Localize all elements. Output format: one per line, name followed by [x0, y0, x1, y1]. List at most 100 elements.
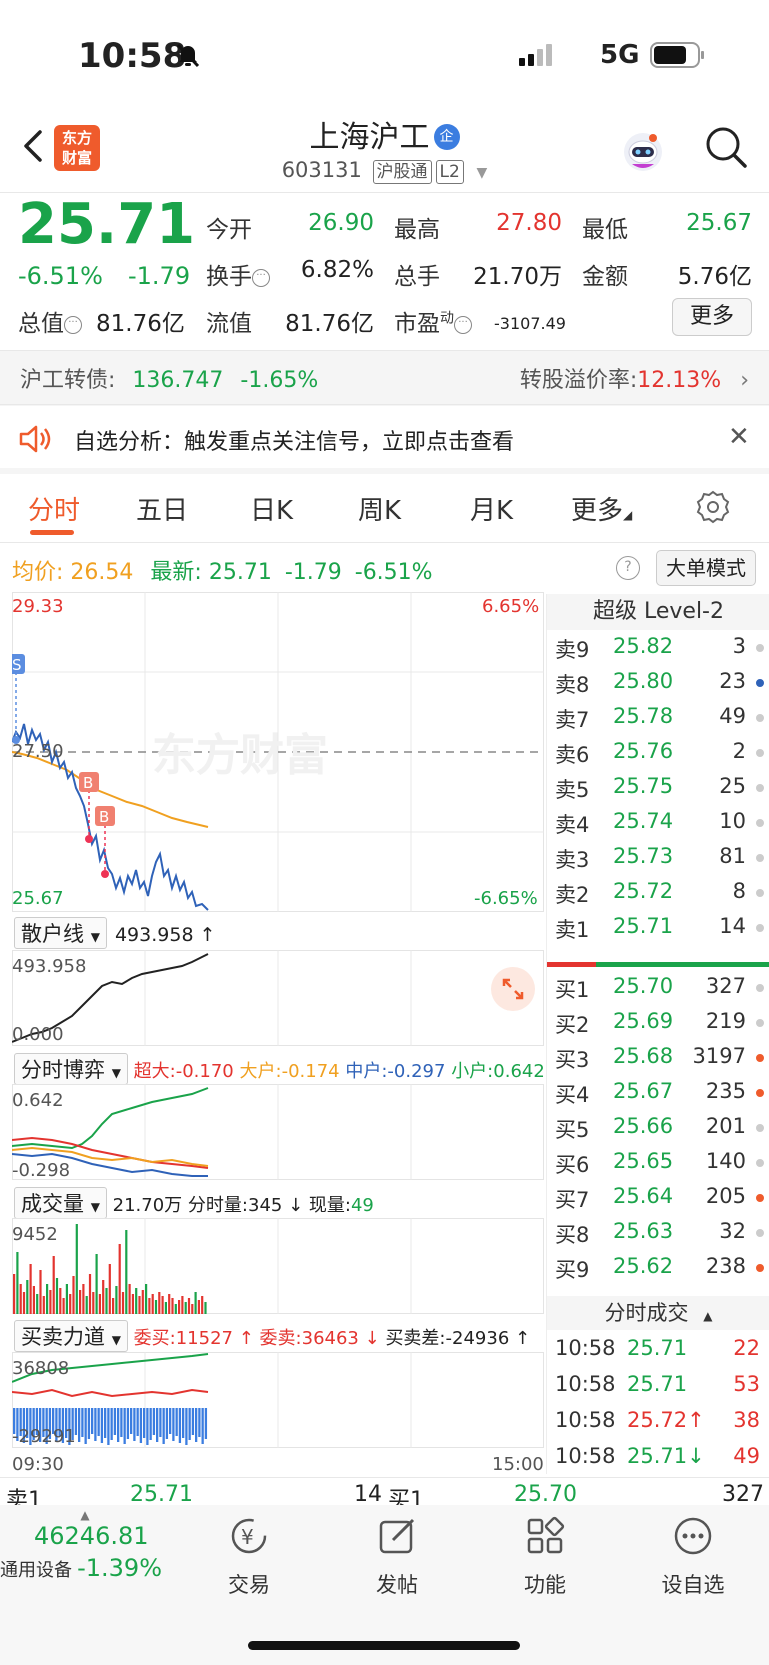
bid-row[interactable]: 买9 25.62 238	[547, 1250, 769, 1285]
volume-bar	[197, 1300, 200, 1314]
convertible-bond[interactable]: 沪工转债: 136.747 -1.65%	[20, 362, 318, 394]
conversion-premium[interactable]: 转股溢价率:12.13% ›	[520, 362, 749, 394]
tab-weekly-k[interactable]: 周K	[358, 490, 401, 527]
price-info-row: 均价: 26.54 最新: 25.71 -1.79 -6.51%	[12, 560, 433, 585]
sell-marker: S	[12, 656, 22, 674]
low-value: 25.67	[686, 210, 752, 236]
tab-intraday[interactable]: 分时	[28, 490, 80, 527]
volume-bar	[191, 1304, 194, 1314]
volume-dot	[756, 1229, 764, 1237]
nav-add-watchlist[interactable]: 设自选	[648, 1514, 738, 1599]
bid-row[interactable]: 买3 25.68 3197	[547, 1040, 769, 1075]
bid-row[interactable]: 买7 25.64 205	[547, 1180, 769, 1215]
game-panel-header[interactable]: 分时博弈 ▼ 超大:-0.170 大户:-0.174 中户:-0.297 小户:…	[14, 1053, 545, 1085]
svg-text:0.642: 0.642	[12, 1090, 64, 1111]
force-bar	[107, 1408, 110, 1445]
grid-apps-icon	[527, 1516, 565, 1554]
volume-panel-header[interactable]: 成交量 ▼ 21.70万 分时量:345 ↓ 现量:49	[14, 1187, 374, 1219]
volume-bar	[201, 1296, 204, 1314]
svg-text:0.000: 0.000	[12, 1024, 64, 1045]
volume-dot	[756, 984, 764, 992]
svg-text:-29291: -29291	[12, 1426, 76, 1447]
intraday-price-chart[interactable]: 东方财富 S B B 29.33 6.65% 27.50 25.67 -6.65…	[12, 592, 544, 912]
low-label: 最低	[582, 217, 628, 243]
buy-marker-1: B	[83, 774, 93, 792]
volume-dot	[756, 1264, 764, 1272]
high-label: 最高	[394, 217, 440, 243]
robot-assistant-icon[interactable]	[620, 128, 666, 174]
bid-row[interactable]: 买5 25.66 201	[547, 1110, 769, 1145]
ask-row[interactable]: 卖5 25.75 25	[547, 770, 769, 805]
ask-row[interactable]: 卖3 25.73 81	[547, 840, 769, 875]
force-bar	[159, 1408, 162, 1437]
nav-functions[interactable]: 功能	[500, 1514, 590, 1599]
nav-trade[interactable]: ¥ 交易	[204, 1514, 294, 1599]
info-dots-icon: ···	[454, 316, 472, 334]
force-bar	[81, 1408, 84, 1437]
volume-bar	[115, 1286, 118, 1314]
retail-line-header[interactable]: 散户线 ▼ 493.958 ↑	[14, 917, 216, 949]
ask-row[interactable]: 卖7 25.78 49	[547, 700, 769, 735]
index-widget[interactable]: ▲ 46246.81 通用设备 -1.39%	[0, 1508, 190, 1582]
volume-dot	[756, 1159, 764, 1167]
settings-gear-icon[interactable]	[696, 490, 730, 524]
bid-row[interactable]: 买4 25.67 235	[547, 1075, 769, 1110]
volume-bar	[178, 1300, 181, 1314]
mktcap-label[interactable]: 总值 ···	[18, 304, 82, 338]
expand-icon[interactable]	[490, 966, 536, 1012]
stock-name: 上海沪工	[309, 120, 430, 155]
pe-label[interactable]: 市盈动 ···	[394, 304, 472, 338]
top-price-label: 29.33	[12, 596, 64, 617]
volume-bar	[98, 1294, 101, 1314]
volume-label: 总手	[394, 264, 440, 290]
bell-muted-icon	[176, 43, 200, 68]
amount-value: 5.76亿	[677, 264, 752, 290]
pe-value: -3107.49	[494, 314, 566, 333]
amount-label: 金额	[582, 264, 628, 290]
bid-row[interactable]: 买8 25.63 32	[547, 1215, 769, 1250]
volume-bar	[161, 1296, 164, 1314]
ask-row[interactable]: 卖4 25.74 10	[547, 805, 769, 840]
nav-post[interactable]: 发帖	[352, 1514, 442, 1599]
open-value: 26.90	[308, 210, 374, 236]
volume-bar	[154, 1300, 158, 1314]
ask-row[interactable]: 卖2 25.72 8	[547, 875, 769, 910]
search-icon[interactable]	[703, 124, 749, 170]
ask-row[interactable]: 卖1 25.71 14	[547, 910, 769, 945]
tab-five-day[interactable]: 五日	[136, 490, 188, 527]
bid-row[interactable]: 买6 25.65 140	[547, 1145, 769, 1180]
float-value: 81.76亿	[285, 311, 374, 337]
bid-row[interactable]: 买2 25.69 219	[547, 1005, 769, 1040]
ask-row[interactable]: 卖9 25.82 3	[547, 630, 769, 665]
force-bar	[84, 1408, 87, 1444]
bid-row[interactable]: 买1 25.70 327	[547, 970, 769, 1005]
volume-bar	[171, 1298, 174, 1314]
force-bar	[146, 1408, 149, 1445]
alert-message[interactable]: 自选分析：触发重点关注信号，立即点击查看	[74, 424, 514, 456]
turnover-label[interactable]: 换手 ···	[206, 257, 270, 291]
more-dots-icon	[674, 1517, 712, 1555]
volume-bar	[16, 1252, 19, 1314]
help-icon[interactable]: ?	[616, 556, 640, 580]
big-order-mode-button[interactable]: 大单模式	[656, 550, 756, 586]
ask-row[interactable]: 卖8 25.80 23	[547, 665, 769, 700]
force-bar	[133, 1408, 136, 1441]
tab-monthly-k[interactable]: 月K	[470, 490, 513, 527]
volume-bar	[19, 1284, 22, 1314]
force-bar	[143, 1408, 146, 1438]
force-panel-header[interactable]: 买卖力道 ▼ 委买:11527 ↑ 委卖:36463 ↓ 买卖差:-24936 …	[14, 1320, 530, 1352]
force-bar	[149, 1408, 152, 1440]
tick-row: 10:58 25.71 53	[555, 1372, 760, 1396]
tab-more[interactable]: 更多◢	[571, 490, 632, 527]
force-bar	[165, 1408, 169, 1439]
active-tab-indicator	[30, 530, 74, 535]
tick-row: 10:58 25.72↑ 38	[555, 1408, 760, 1432]
volume-bar	[194, 1292, 197, 1314]
volume-bar	[72, 1276, 75, 1314]
more-button[interactable]: 更多	[672, 298, 752, 336]
tab-daily-k[interactable]: 日K	[250, 490, 293, 527]
close-icon[interactable]: ✕	[728, 422, 750, 452]
speaker-icon	[19, 425, 51, 453]
volume-bar	[148, 1298, 151, 1314]
ask-row[interactable]: 卖6 25.76 2	[547, 735, 769, 770]
